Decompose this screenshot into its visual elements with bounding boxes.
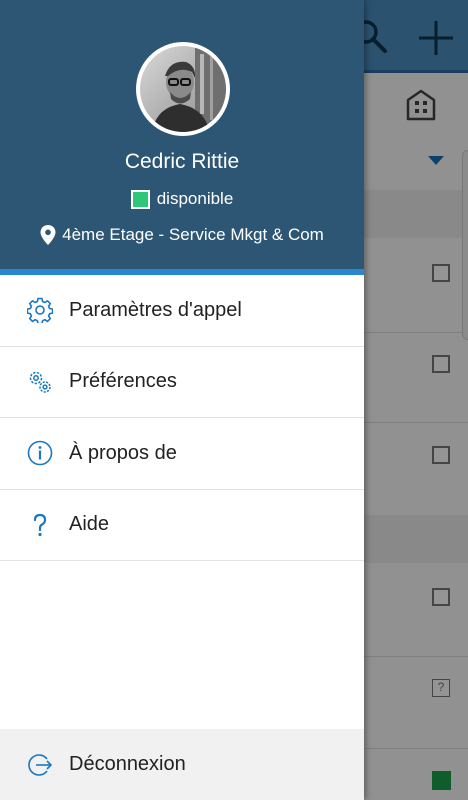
menu-item-label: À propos de [69, 441, 177, 464]
drawer-header: Cedric Rittie disponible 4ème Etage - Se… [0, 0, 364, 271]
menu-item-label: Aide [69, 513, 110, 536]
user-location: 4ème Etage - Service Mkgt & Com [0, 225, 364, 245]
info-icon [27, 440, 53, 466]
help-icon [27, 512, 53, 538]
status-indicator [130, 189, 150, 209]
menu-item-about[interactable]: À propos de [0, 418, 364, 490]
logout-label: Déconnexion [69, 753, 186, 775]
drawer-menu: Paramètres d'appel Préférences À propos … [0, 275, 364, 561]
presence-status[interactable]: disponible [0, 189, 364, 209]
location-pin-icon [40, 225, 56, 245]
menu-item-label: Paramètres d'appel [69, 298, 242, 321]
menu-item-preferences[interactable]: Préférences [0, 346, 364, 418]
location-label: 4ème Etage - Service Mkgt & Com [62, 225, 324, 244]
logout-icon [27, 752, 53, 778]
user-name: Cedric Rittie [124, 150, 240, 173]
menu-item-call-settings[interactable]: Paramètres d'appel [0, 275, 364, 347]
navigation-drawer: Cedric Rittie disponible 4ème Etage - Se… [0, 0, 364, 800]
logout-button[interactable]: Déconnexion [0, 729, 364, 800]
gears-icon [27, 369, 53, 395]
menu-item-label: Préférences [69, 370, 177, 393]
menu-item-help[interactable]: Aide [0, 489, 364, 561]
avatar-photo [140, 46, 226, 132]
gear-icon [27, 297, 53, 324]
avatar[interactable] [136, 42, 230, 136]
status-label: disponible [156, 189, 234, 208]
